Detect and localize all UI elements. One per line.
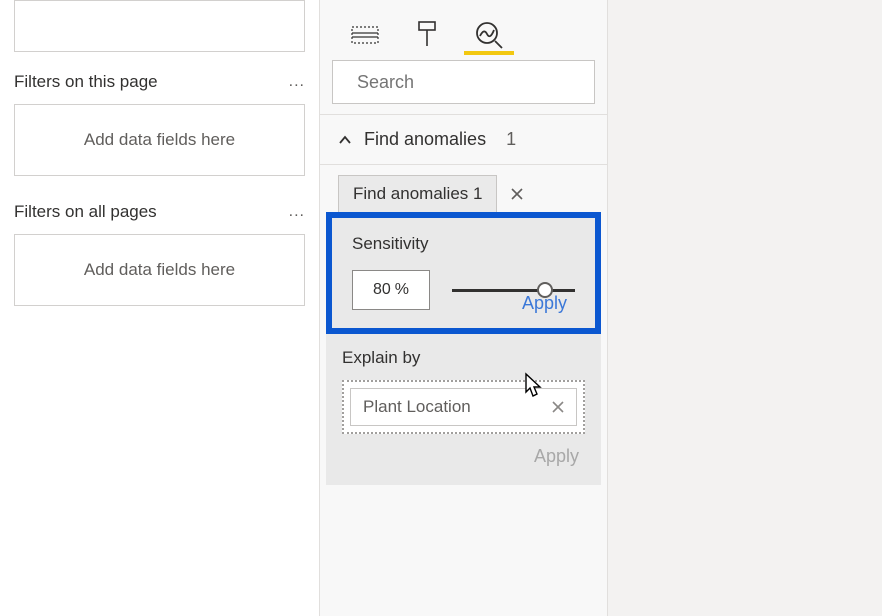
filters-page-more-icon[interactable]: ... [289, 73, 305, 91]
add-fields-page-text: Add data fields here [84, 130, 235, 150]
explain-field-chip[interactable]: Plant Location [350, 388, 577, 426]
sensitivity-card: Sensitivity 80 % Apply [326, 212, 601, 334]
explain-apply-label: Apply [534, 446, 579, 466]
filters-all-header: Filters on all pages ... [14, 202, 305, 222]
filters-page-label: Filters on this page [14, 72, 158, 92]
sensitivity-unit: % [395, 281, 409, 299]
format-tab-icon[interactable] [412, 20, 442, 50]
explain-field-name: Plant Location [363, 397, 471, 417]
slider-track [452, 289, 575, 292]
canvas-area [608, 0, 882, 616]
filters-all-label: Filters on all pages [14, 202, 157, 222]
add-fields-all-dropzone[interactable]: Add data fields here [14, 234, 305, 306]
sensitivity-input[interactable]: 80 % [352, 270, 430, 310]
close-icon [511, 188, 523, 200]
find-anomalies-accordion[interactable]: Find anomalies 1 [320, 114, 607, 165]
anomaly-tab[interactable]: Find anomalies 1 [338, 175, 497, 212]
filter-dropzone-visual[interactable] [14, 0, 305, 52]
add-fields-page-dropzone[interactable]: Add data fields here [14, 104, 305, 176]
search-box[interactable] [332, 60, 595, 104]
search-container [332, 60, 595, 104]
fields-tab-icon[interactable] [350, 20, 380, 50]
sensitivity-apply-button[interactable]: Apply [522, 293, 567, 314]
chevron-up-icon [338, 133, 352, 147]
filters-all-more-icon[interactable]: ... [289, 203, 305, 221]
sensitivity-label: Sensitivity [352, 234, 575, 254]
sensitivity-value: 80 [373, 281, 391, 299]
add-fields-all-text: Add data fields here [84, 260, 235, 280]
anomaly-tab-row: Find anomalies 1 [320, 175, 607, 212]
accordion-title: Find anomalies [364, 129, 486, 150]
explain-by-card: Explain by Plant Location Apply [326, 334, 601, 485]
remove-field-icon[interactable] [552, 401, 564, 413]
visualizations-panel: Find anomalies 1 Find anomalies 1 Sensit… [320, 0, 608, 616]
explain-by-label: Explain by [342, 348, 585, 368]
accordion-count: 1 [506, 129, 516, 150]
explain-apply-button[interactable]: Apply [342, 446, 585, 467]
anomaly-tab-close[interactable] [497, 175, 537, 212]
active-tab-underline [464, 51, 514, 55]
filters-pane: Filters on this page ... Add data fields… [0, 0, 320, 616]
sensitivity-apply-label: Apply [522, 293, 567, 313]
anomaly-tab-label: Find anomalies 1 [353, 184, 482, 203]
explain-field-dropzone[interactable]: Plant Location [342, 380, 585, 434]
filters-page-header: Filters on this page ... [14, 72, 305, 92]
analytics-tab-icon[interactable] [474, 20, 504, 50]
search-input[interactable] [357, 72, 589, 93]
panel-tabs [320, 0, 607, 50]
